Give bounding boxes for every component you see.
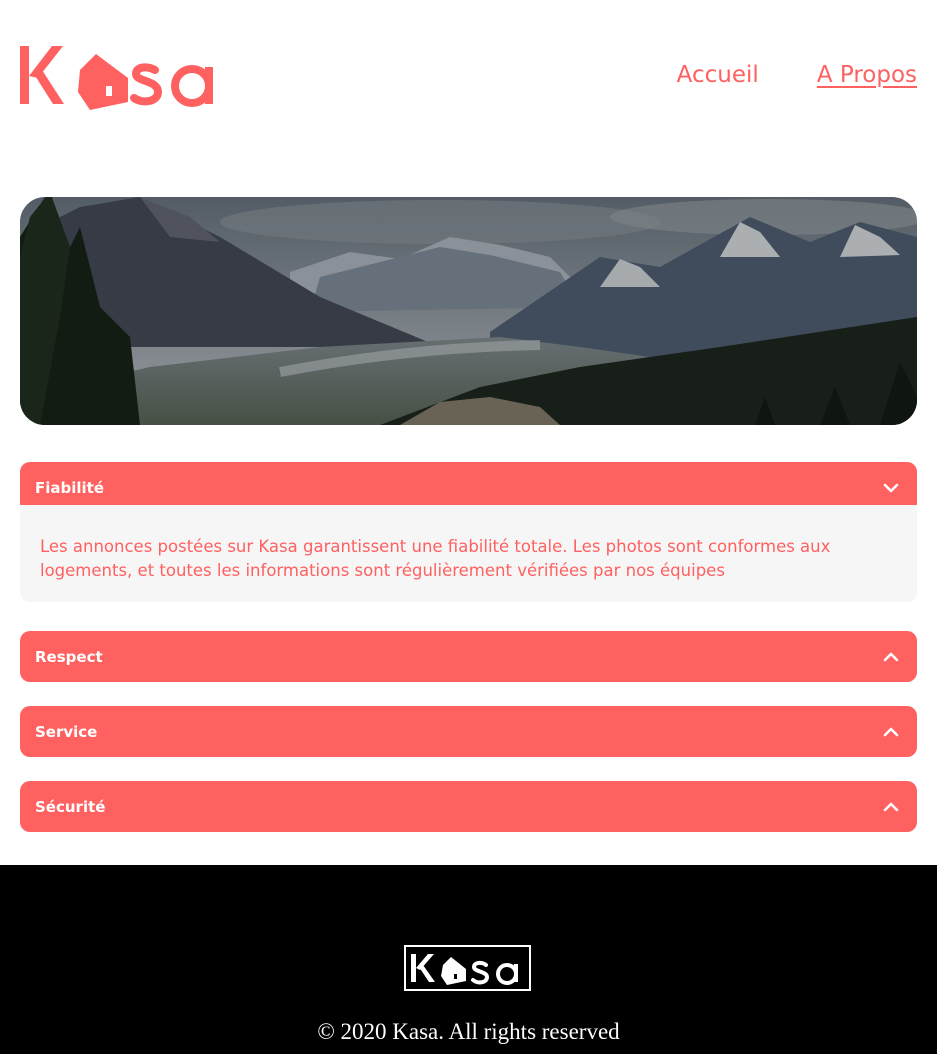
collapse-securite: Sécurité [20, 781, 917, 832]
chevron-down-icon[interactable] [879, 476, 903, 500]
collapse-title: Sécurité [35, 797, 106, 816]
collapse-text: Les annonces postées sur Kasa garantisse… [40, 537, 831, 580]
about-banner [20, 197, 917, 425]
collapse-header-respect[interactable]: Respect [20, 631, 917, 682]
nav-link-accueil[interactable]: Accueil [677, 62, 759, 88]
collapse-fiabilite: Fiabilité Les annonces postées sur Kasa … [20, 462, 917, 602]
collapse-body-fiabilite: Les annonces postées sur Kasa garantisse… [20, 505, 917, 602]
copyright-text: © 2020 Kasa. All rights reserved [317, 1019, 620, 1044]
chevron-up-icon[interactable] [879, 795, 903, 819]
chevron-up-icon[interactable] [879, 645, 903, 669]
collapse-title: Fiabilité [35, 478, 105, 497]
chevron-up-icon[interactable] [879, 720, 903, 744]
collapse-respect: Respect [20, 631, 917, 682]
collapse-service: Service [20, 706, 917, 757]
main-nav: Accueil A Propos [677, 62, 917, 88]
collapse-header-service[interactable]: Service [20, 706, 917, 757]
footer-kasa-logo [404, 945, 531, 991]
collapse-header-securite[interactable]: Sécurité [20, 781, 917, 832]
kasa-logo[interactable] [20, 40, 230, 112]
site-header: Accueil A Propos [20, 40, 917, 115]
banner-overlay [20, 197, 917, 425]
site-footer: © 2020 Kasa. All rights reserved [0, 865, 937, 1054]
collapse-title: Respect [35, 647, 103, 666]
nav-link-a-propos[interactable]: A Propos [817, 62, 917, 88]
collapse-title: Service [35, 722, 98, 741]
